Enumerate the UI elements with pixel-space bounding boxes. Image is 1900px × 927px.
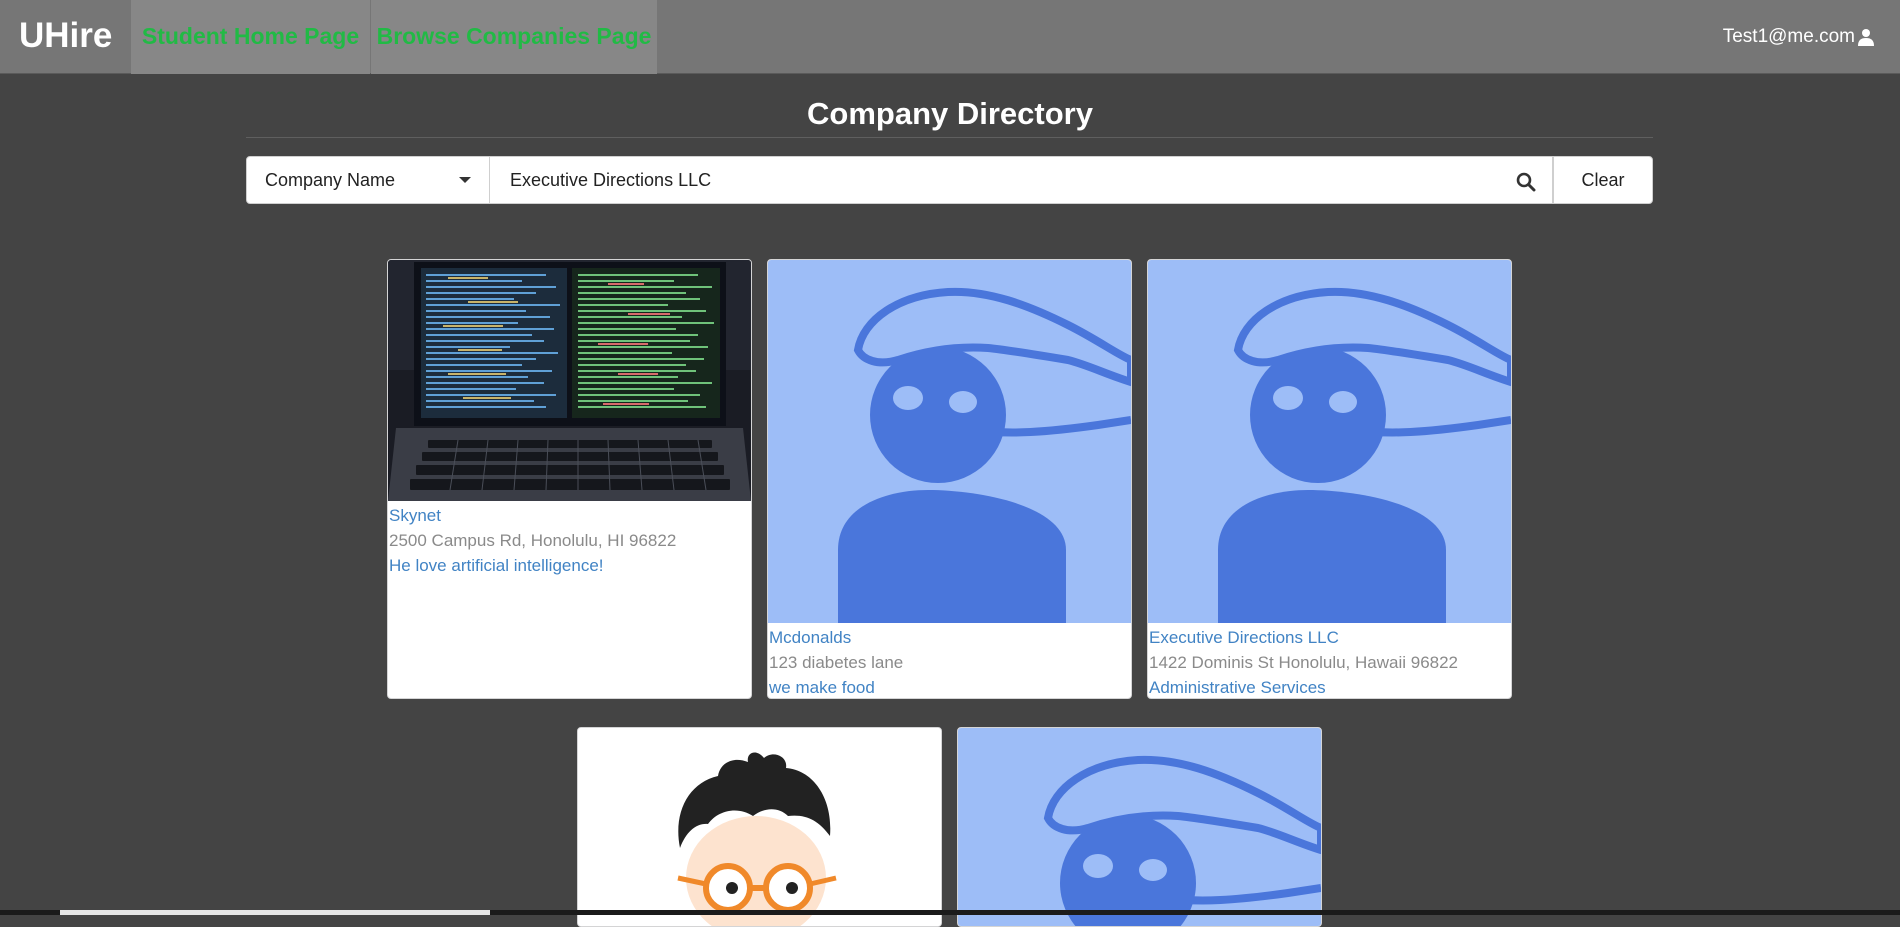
header-divider: [246, 137, 1653, 138]
default-avatar-image: [958, 728, 1321, 926]
company-card[interactable]: [957, 727, 1322, 927]
search-icon[interactable]: [1516, 172, 1536, 192]
brand-logo[interactable]: UHire: [19, 14, 112, 58]
card-content: Executive Directions LLC 1422 Dominis St…: [1148, 623, 1511, 698]
company-card[interactable]: [577, 727, 942, 927]
company-card[interactable]: Mcdonalds 123 diabetes lane we make food: [767, 259, 1132, 699]
search-field: [490, 156, 1553, 204]
company-card[interactable]: Skynet 2500 Campus Rd, Honolulu, HI 9682…: [387, 259, 752, 699]
company-address: 2500 Campus Rd, Honolulu, HI 96822: [389, 531, 677, 550]
search-bar: Company Name Clear: [246, 156, 1653, 204]
user-icon: [1858, 29, 1874, 46]
company-name[interactable]: Mcdonalds: [769, 625, 1131, 650]
card-content: Skynet 2500 Campus Rd, Honolulu, HI 9682…: [388, 501, 751, 578]
company-address: 1422 Dominis St Honolulu, Hawaii 96822: [1149, 653, 1459, 672]
cartoon-boy-logo-image: [578, 728, 941, 926]
default-avatar-image: [768, 260, 1131, 623]
company-name[interactable]: Skynet: [389, 503, 751, 528]
default-avatar-image: [1148, 260, 1511, 623]
company-card[interactable]: Executive Directions LLC 1422 Dominis St…: [1147, 259, 1512, 699]
company-description: Administrative Services: [1149, 678, 1326, 697]
filter-selected-value: Company Name: [265, 169, 396, 190]
user-menu[interactable]: Test1@me.com: [1723, 22, 1875, 52]
company-name[interactable]: Executive Directions LLC: [1149, 625, 1511, 650]
top-navbar: UHire Student Home Page Browse Companies…: [0, 0, 1900, 74]
company-description: He love artificial intelligence!: [389, 556, 604, 575]
nav-browse-companies-page[interactable]: Browse Companies Page: [371, 0, 657, 74]
caret-down-icon: [459, 177, 471, 183]
page-title: Company Directory: [807, 96, 1093, 131]
nav-student-home-page[interactable]: Student Home Page: [131, 0, 370, 74]
horizontal-scrollbar-thumb[interactable]: [60, 910, 490, 915]
filter-dropdown[interactable]: Company Name: [246, 156, 490, 204]
user-email: Test1@me.com: [1722, 26, 1855, 47]
card-content: Mcdonalds 123 diabetes lane we make food: [768, 623, 1131, 698]
company-image: [388, 260, 751, 501]
company-address: 123 diabetes lane: [769, 653, 904, 672]
clear-button[interactable]: Clear: [1553, 156, 1653, 204]
search-input[interactable]: [490, 157, 1552, 203]
company-description: we make food: [769, 678, 875, 697]
